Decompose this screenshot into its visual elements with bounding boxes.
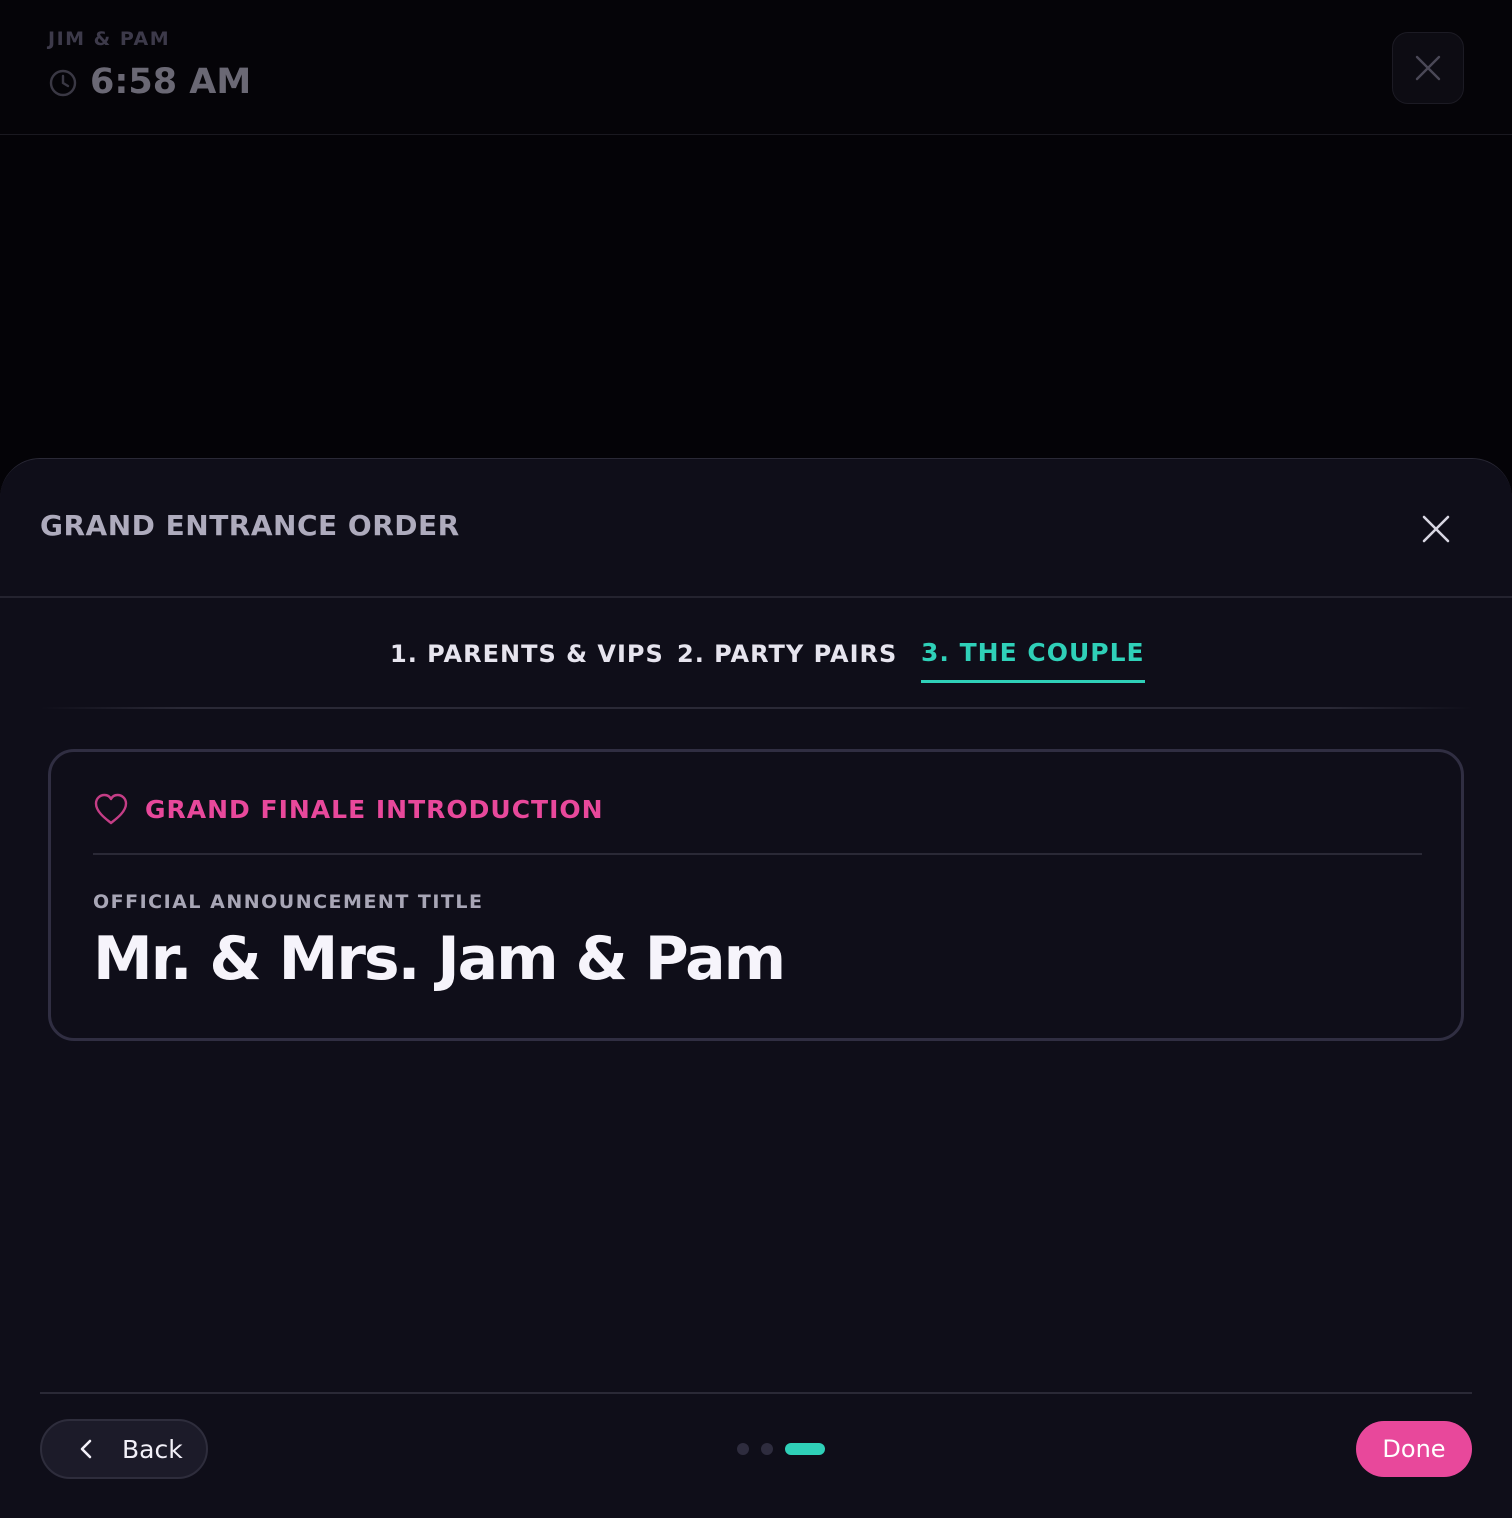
sheet-header: GRAND ENTRANCE ORDER — [0, 459, 1512, 598]
background-header: JIM & PAM 6:58 AM — [0, 0, 1512, 135]
announcement-title-value: Mr. & Mrs. Jam & Pam — [93, 924, 786, 994]
couple-name: JIM & PAM — [48, 28, 171, 50]
step-indicator — [737, 1443, 825, 1455]
step-dot-1 — [737, 1443, 749, 1455]
footer-divider — [40, 1392, 1472, 1394]
step-dot-3-active — [785, 1443, 825, 1455]
heart-icon — [94, 793, 128, 825]
chevron-left-icon — [80, 1439, 92, 1459]
close-icon — [1415, 55, 1441, 81]
grand-entrance-sheet: GRAND ENTRANCE ORDER 1. PARENTS & VIPS 2… — [0, 458, 1512, 1518]
time-text: 6:58 AM — [90, 62, 252, 102]
sheet-title: GRAND ENTRANCE ORDER — [40, 509, 460, 542]
card-heading: GRAND FINALE INTRODUCTION — [93, 792, 604, 826]
background-close-button[interactable] — [1392, 32, 1464, 104]
tab-party-pairs[interactable]: 2. PARTY PAIRS — [677, 640, 897, 668]
time-display: 6:58 AM — [48, 60, 251, 104]
card-divider — [93, 853, 1422, 855]
card-heading-label: GRAND FINALE INTRODUCTION — [145, 794, 604, 824]
tab-the-couple[interactable]: 3. THE COUPLE — [921, 638, 1145, 683]
tab-parents-vips[interactable]: 1. PARENTS & VIPS — [390, 640, 664, 668]
clock-icon — [49, 69, 77, 97]
close-icon — [1422, 515, 1450, 543]
step-tabs: 1. PARENTS & VIPS 2. PARTY PAIRS 3. THE … — [0, 598, 1512, 708]
back-button[interactable]: Back — [40, 1419, 208, 1479]
done-button[interactable]: Done — [1356, 1421, 1472, 1477]
announcement-title-label: OFFICIAL ANNOUNCEMENT TITLE — [93, 891, 484, 913]
tabs-divider — [40, 707, 1472, 709]
sheet-close-button[interactable] — [1410, 503, 1462, 555]
step-dot-2 — [761, 1443, 773, 1455]
grand-finale-card: GRAND FINALE INTRODUCTION OFFICIAL ANNOU… — [48, 749, 1464, 1041]
back-button-label: Back — [122, 1434, 183, 1464]
